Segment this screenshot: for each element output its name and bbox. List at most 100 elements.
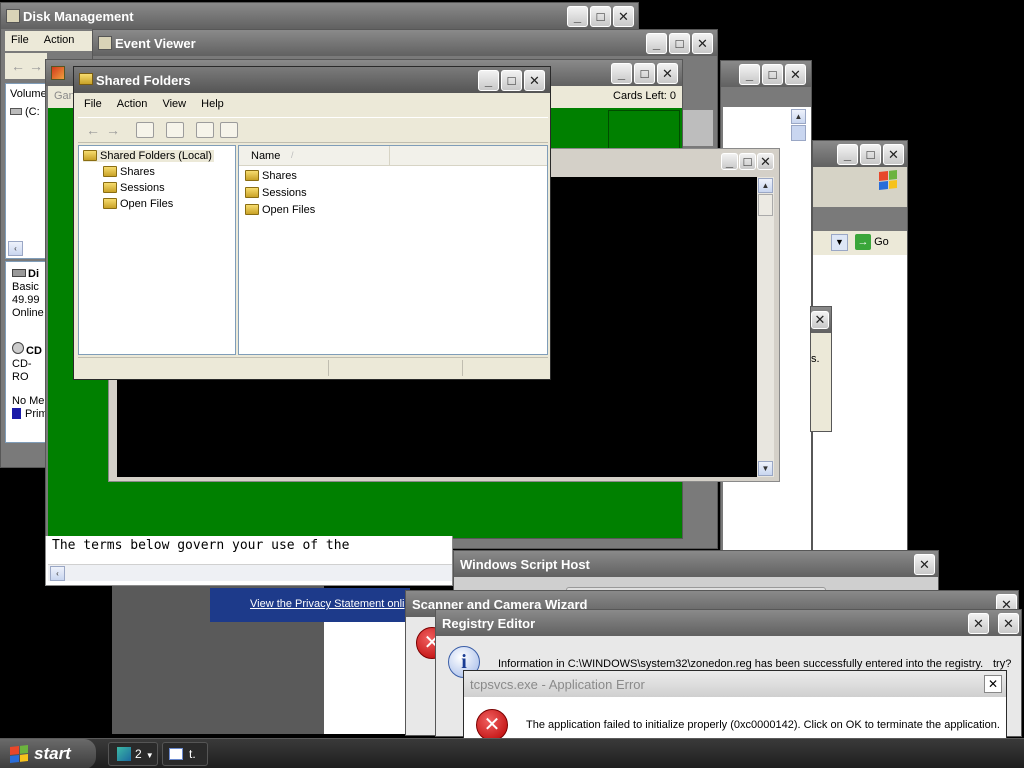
cdrom-label[interactable]: CD CD-RO No Me bbox=[12, 342, 48, 407]
registry-editor-titlebar[interactable]: Registry Editor bbox=[436, 610, 1021, 636]
scroll-left-button[interactable]: ‹ bbox=[8, 241, 23, 256]
disk0-label[interactable]: Di Basic 49.99 Online bbox=[12, 268, 48, 328]
maximize-button[interactable]: □ bbox=[860, 144, 881, 165]
drive-icon bbox=[10, 108, 22, 115]
tree-root[interactable]: Shared Folders (Local) bbox=[83, 150, 214, 162]
close-button[interactable]: ✕ bbox=[968, 613, 989, 634]
minimize-button[interactable]: _ bbox=[646, 33, 667, 54]
go-arrow-icon: → bbox=[855, 234, 871, 250]
tree-item-shares[interactable]: Shares bbox=[103, 166, 155, 178]
disk-management-menubar: File Action bbox=[5, 31, 95, 51]
error-icon: ✕ bbox=[476, 709, 508, 741]
forward-arrow-icon[interactable]: → bbox=[29, 58, 43, 74]
script-host-titlebar[interactable]: Windows Script Host bbox=[454, 551, 938, 577]
maximize-button[interactable]: □ bbox=[634, 63, 655, 84]
card-slot[interactable] bbox=[608, 110, 680, 150]
volume-list: Volume (C: ‹ bbox=[5, 83, 47, 259]
minimize-button[interactable]: _ bbox=[721, 153, 738, 170]
scroll-up-button[interactable]: ▲ bbox=[791, 109, 806, 124]
list-header[interactable]: Name / bbox=[239, 146, 547, 166]
list-item-shares[interactable]: Shares bbox=[245, 170, 297, 182]
disk-toolbar: ← → bbox=[5, 53, 47, 79]
close-button[interactable]: ✕ bbox=[811, 311, 829, 329]
status-bar bbox=[78, 357, 548, 377]
maximize-button[interactable]: □ bbox=[739, 153, 756, 170]
scroll-down-button[interactable]: ▼ bbox=[758, 461, 773, 476]
menu-game[interactable]: Gan bbox=[54, 90, 75, 102]
disk-management-titlebar[interactable]: Disk Management bbox=[1, 3, 638, 29]
show-hide-tree-icon[interactable] bbox=[136, 122, 154, 138]
volume-column-header[interactable]: Volume bbox=[10, 88, 47, 100]
tree-item-open-files[interactable]: Open Files bbox=[103, 198, 173, 210]
folder-icon bbox=[103, 166, 117, 177]
scroll-left-button[interactable]: ‹ bbox=[50, 566, 65, 581]
back-arrow-icon[interactable]: ← bbox=[86, 122, 100, 138]
column-divider[interactable] bbox=[389, 146, 390, 166]
close-button[interactable]: ✕ bbox=[883, 144, 904, 165]
close-button[interactable]: ✕ bbox=[757, 153, 774, 170]
minimize-button[interactable]: _ bbox=[478, 70, 499, 91]
minimize-button[interactable]: _ bbox=[837, 144, 858, 165]
app-error-title: tcpsvcs.exe - Application Error bbox=[470, 677, 645, 692]
maximize-button[interactable]: □ bbox=[590, 6, 611, 27]
forward-arrow-icon[interactable]: → bbox=[106, 122, 120, 138]
list-pane: Name / Shares Sessions Open Files bbox=[238, 145, 548, 355]
ie-toolbar bbox=[813, 167, 907, 207]
close-button[interactable]: ✕ bbox=[984, 675, 1002, 693]
tree-item-sessions[interactable]: Sessions bbox=[103, 182, 165, 194]
web-page-white bbox=[324, 622, 406, 734]
address-dropdown-button[interactable]: ▼ bbox=[831, 234, 848, 251]
app-error-message: The application failed to initialize pro… bbox=[526, 719, 1000, 731]
menu-view[interactable]: View bbox=[156, 95, 192, 113]
taskbar-task-button[interactable]: t. bbox=[162, 742, 208, 766]
volume-row[interactable]: (C: bbox=[10, 106, 40, 118]
event-viewer-titlebar[interactable]: Event Viewer bbox=[93, 30, 717, 56]
close-button[interactable]: ✕ bbox=[657, 63, 678, 84]
partial-dialog-text: s. bbox=[811, 353, 820, 365]
privacy-link[interactable]: View the Privacy Statement onli bbox=[250, 598, 404, 610]
name-column-header[interactable]: Name bbox=[251, 150, 280, 162]
export-list-icon[interactable] bbox=[166, 122, 184, 138]
menu-action[interactable]: Action bbox=[111, 95, 154, 113]
shared-folders-window[interactable]: Shared Folders _ □ ✕ File Action View He… bbox=[73, 66, 551, 380]
properties-icon[interactable] bbox=[220, 122, 238, 138]
app-error-titlebar[interactable]: tcpsvcs.exe - Application Error bbox=[464, 671, 1006, 697]
go-button[interactable]: → Go bbox=[855, 234, 889, 252]
menu-action[interactable]: Action bbox=[38, 31, 81, 49]
license-window[interactable]: The terms below govern your use of the ‹ bbox=[45, 536, 453, 586]
close-button-secondary[interactable]: ✕ bbox=[998, 613, 1019, 634]
horizontal-scrollbar[interactable]: ‹ bbox=[48, 564, 452, 581]
address-bar: ▼ → Go bbox=[813, 231, 907, 255]
status-pane-divider bbox=[462, 360, 463, 376]
help-icon[interactable] bbox=[196, 122, 214, 138]
scroll-thumb[interactable] bbox=[758, 194, 773, 216]
menu-file[interactable]: File bbox=[78, 95, 108, 113]
maximize-button[interactable]: □ bbox=[501, 70, 522, 91]
minimize-button[interactable]: _ bbox=[739, 64, 760, 85]
menu-file[interactable]: File bbox=[5, 31, 35, 49]
close-button[interactable]: ✕ bbox=[524, 70, 545, 91]
back-arrow-icon[interactable]: ← bbox=[11, 58, 25, 74]
close-button[interactable]: ✕ bbox=[692, 33, 713, 54]
cdrom-media: No Me bbox=[12, 395, 45, 407]
network-icon bbox=[117, 747, 131, 761]
list-item-open-files[interactable]: Open Files bbox=[245, 204, 315, 216]
console-scrollbar[interactable]: ▲ ▼ bbox=[757, 177, 774, 477]
folder-icon bbox=[103, 182, 117, 193]
folder-icon bbox=[245, 187, 259, 198]
start-button[interactable]: start bbox=[0, 739, 96, 768]
close-button[interactable]: ✕ bbox=[613, 6, 634, 27]
scroll-up-button[interactable]: ▲ bbox=[758, 178, 773, 193]
scroll-thumb[interactable] bbox=[791, 125, 806, 141]
minimize-button[interactable]: _ bbox=[567, 6, 588, 27]
list-item-sessions[interactable]: Sessions bbox=[245, 187, 307, 199]
minimize-button[interactable]: _ bbox=[611, 63, 632, 84]
close-button[interactable]: ✕ bbox=[914, 554, 935, 575]
maximize-button[interactable]: □ bbox=[762, 64, 783, 85]
taskbar-group-button[interactable]: 2 ▼ bbox=[108, 742, 158, 766]
menu-help[interactable]: Help bbox=[195, 95, 230, 113]
partial-dialog-window[interactable]: ✕ s. bbox=[810, 306, 832, 432]
partial-dialog-body: s. bbox=[811, 333, 831, 431]
maximize-button[interactable]: □ bbox=[669, 33, 690, 54]
close-button[interactable]: ✕ bbox=[785, 64, 806, 85]
